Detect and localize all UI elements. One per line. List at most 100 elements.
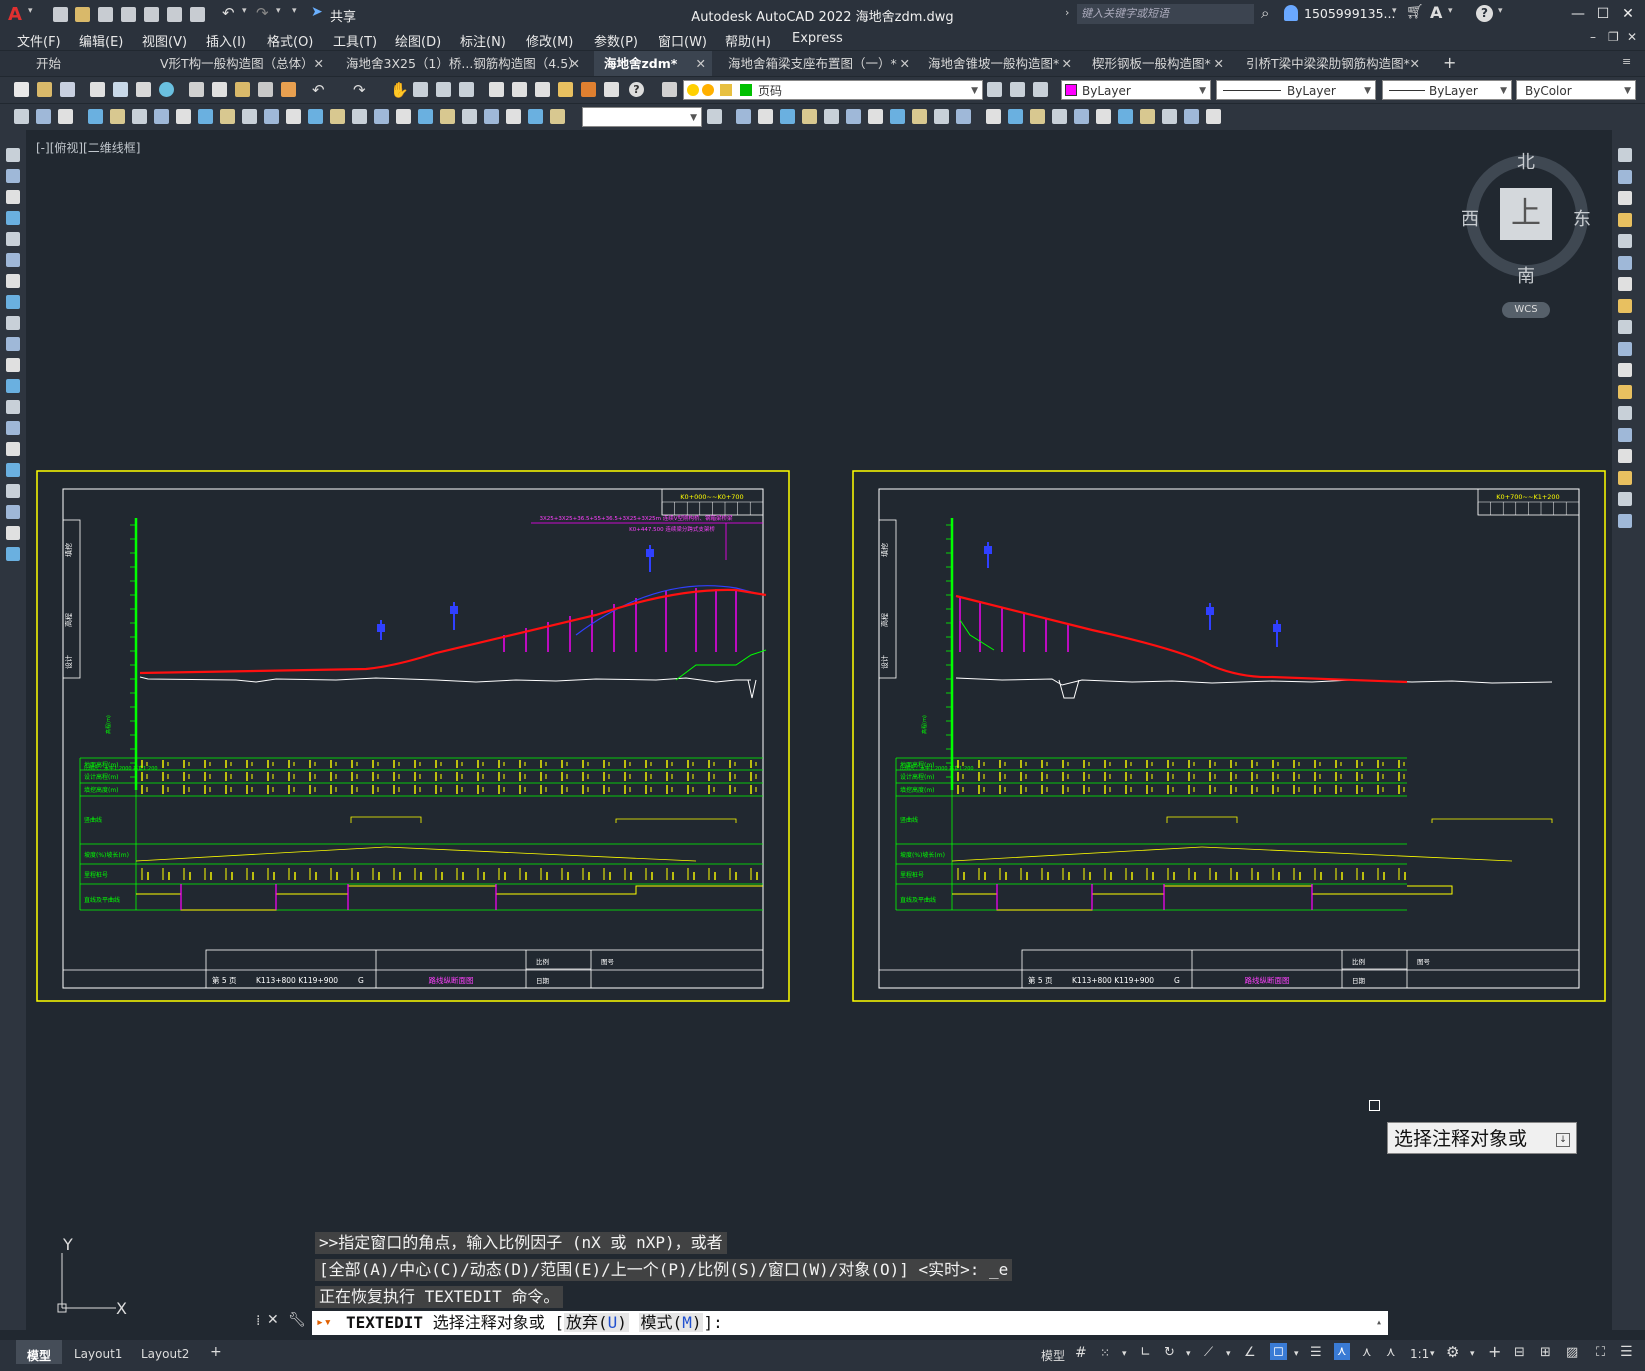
tool-icon[interactable] [264,109,279,124]
layer-freeze-icon[interactable] [702,84,714,96]
tool-icon[interactable] [6,295,20,309]
tool-icon[interactable] [1618,427,1632,442]
menu-insert[interactable]: 插入(I) [206,31,246,50]
tool-icon[interactable] [1162,109,1177,124]
tool-icon[interactable] [912,109,927,124]
graphics-performance-icon[interactable]: ▨ [1566,1345,1578,1360]
help-dropdown-icon[interactable]: ▾ [1498,6,1503,16]
tool-icon[interactable] [352,109,367,124]
tool-icon[interactable] [868,109,883,124]
new-layout-button[interactable]: + [210,1344,222,1360]
menu-help[interactable]: 帮助(H) [725,31,771,50]
close-icon[interactable]: ✕ [900,51,910,76]
lineweight-dropdown[interactable]: ByLayer ▼ [1382,80,1512,100]
tool-icon[interactable] [462,109,477,124]
tool-icon[interactable] [330,109,345,124]
snap-icon[interactable]: ⁙ [1100,1346,1110,1360]
doc-close-button[interactable]: ✕ [1627,30,1637,44]
search-expand-icon[interactable]: › [1065,6,1069,19]
tool-icon[interactable] [550,109,565,124]
tab-list-icon[interactable]: ≡ [1622,55,1631,68]
tool-icon[interactable] [132,109,147,124]
menu-view[interactable]: 视图(V) [142,31,187,50]
linetype-dropdown[interactable]: ByLayer ▼ [1216,80,1376,100]
tool-icon[interactable] [780,109,795,124]
layer-states-icon[interactable] [1033,82,1048,97]
tool-icon[interactable] [1140,109,1155,124]
publish-icon[interactable] [136,82,151,97]
tool-icon[interactable] [6,442,20,456]
tool-icon[interactable] [396,109,411,124]
tab-v-frame[interactable]: V形T构一般构造图（总体） ✕ [150,51,330,76]
ortho-icon[interactable]: ∟ [1140,1345,1151,1360]
paste-icon[interactable] [235,82,250,97]
menu-parametric[interactable]: 参数(P) [594,31,638,50]
wcs-menu[interactable]: WCS [1502,302,1550,318]
tool-icon[interactable] [1618,191,1632,205]
app-dropdown-icon[interactable]: ▾ [1448,6,1453,16]
search-input[interactable]: 键入关键字或短语 [1077,4,1254,24]
tool-icon[interactable] [1618,169,1632,184]
polar-icon[interactable]: ↻ [1164,1345,1175,1360]
tool-icon[interactable] [308,109,323,124]
clean-screen-icon[interactable]: ⛶ [1596,1345,1605,1360]
viewcube-east[interactable]: 东 [1573,205,1591,231]
minimize-button[interactable]: — [1567,4,1589,24]
tab-wedge-plate[interactable]: 楔形钢板一般构造图* ✕ [1082,51,1230,76]
tool-icon[interactable] [1618,492,1632,506]
menu-modify[interactable]: 修改(M) [526,31,573,50]
zoom-previous-icon[interactable] [459,82,474,97]
make-current-layer-icon[interactable] [987,82,1002,97]
close-icon[interactable]: ✕ [696,51,706,76]
workspace-dropdown-icon[interactable]: ▾ [1470,1349,1475,1359]
tool-icon[interactable] [1184,109,1199,124]
tool-icon[interactable] [1118,109,1133,124]
user-icon[interactable] [1284,5,1298,21]
tool-icon[interactable] [58,109,73,124]
layer-lock-icon[interactable] [720,84,732,96]
tool-icon[interactable] [6,505,20,519]
open-icon[interactable] [37,82,52,97]
tool-icon[interactable] [286,109,301,124]
tool-icon[interactable] [6,169,20,183]
menu-express[interactable]: Express [792,31,843,46]
tool-icon[interactable] [6,253,20,267]
annotation-scale-value[interactable]: 1:1 [1410,1347,1429,1361]
3d-print-icon[interactable] [159,82,174,97]
layer-previous-icon[interactable] [1010,82,1025,97]
tool-icon[interactable] [36,109,51,124]
close-window-button[interactable]: ✕ [1617,4,1639,24]
dim-style-dropdown[interactable]: ▼ [582,107,702,127]
user-dropdown-icon[interactable]: ▾ [1392,6,1397,16]
tool-icon[interactable] [1618,148,1632,162]
tool-icon[interactable] [1618,320,1632,334]
tool-icon[interactable] [484,109,499,124]
menu-dimension[interactable]: 标注(N) [460,31,506,50]
tool-icon[interactable] [14,109,29,124]
tool-icon[interactable] [934,109,949,124]
tool-icon[interactable] [374,109,389,124]
tool-icon[interactable] [1618,363,1632,377]
menu-draw[interactable]: 绘图(D) [395,31,441,50]
tab-layout1[interactable]: Layout1 [74,1347,122,1361]
plot-icon[interactable] [90,82,105,97]
tool-icon[interactable] [956,109,971,124]
search-icon[interactable]: ⌕ [1261,4,1269,22]
arrow-down-icon[interactable]: ↓ [1556,1133,1570,1147]
tool-icon[interactable] [890,109,905,124]
units-icon[interactable]: ⊟ [1514,1345,1525,1360]
plot-preview-icon[interactable] [113,82,128,97]
viewcube-north[interactable]: 北 [1517,148,1535,174]
properties-icon[interactable] [489,82,504,97]
viewport-controls[interactable]: [-][俯视][二维线框] [36,139,140,156]
tab-model[interactable]: 模型 [27,1347,51,1364]
doc-restore-button[interactable]: ❐ [1608,30,1619,44]
markup-icon[interactable] [581,82,596,97]
command-input[interactable]: ▸▾ TEXTEDIT 选择注释对象或 [放弃(U) 模式(M)]: ▴ [312,1311,1388,1335]
tool-icon[interactable] [220,109,235,124]
autodesk-app-icon[interactable]: A [1430,3,1442,22]
annotation-visibility-icon[interactable]: ⋏ [1334,1343,1350,1360]
viewcube-south[interactable]: 南 [1517,262,1535,288]
close-icon[interactable]: ✕ [570,51,580,76]
tool-icon[interactable] [1618,298,1632,313]
